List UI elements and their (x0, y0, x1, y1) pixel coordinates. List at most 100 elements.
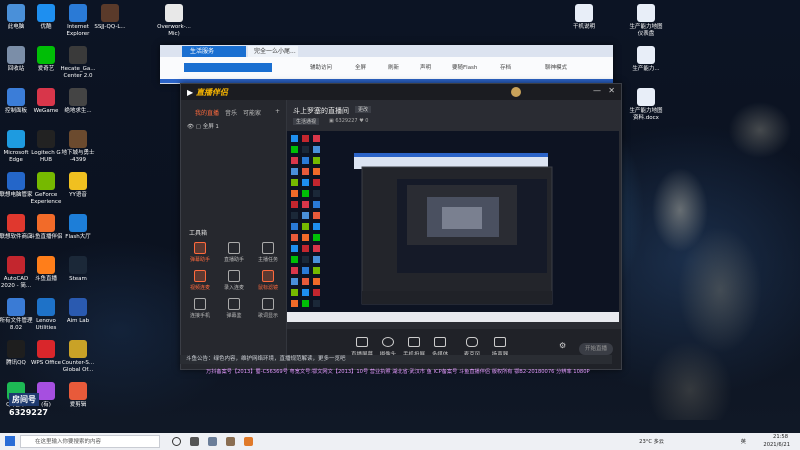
desktop-icon[interactable]: 爱奇艺 (28, 46, 64, 73)
preview-icon (302, 234, 309, 241)
app-icon (37, 4, 55, 22)
preview-icon (302, 146, 309, 153)
preview-icon (302, 135, 309, 142)
add-scene-icon[interactable]: + (275, 108, 280, 115)
clock-time[interactable]: 21:58 (773, 434, 788, 440)
menu-item[interactable]: 辅助访问 (310, 63, 332, 71)
desktop-icon[interactable]: Flash大厅 (60, 214, 96, 241)
app-icon (7, 256, 25, 274)
live-preview[interactable] (287, 131, 619, 322)
desktop-icon[interactable]: Steam (60, 256, 96, 283)
desktop-icon[interactable]: 绝地求生... (60, 88, 96, 115)
preview-icon (291, 179, 298, 186)
app-icon (69, 172, 87, 190)
room-edit-badge[interactable]: 更改 (355, 106, 372, 113)
tool-label: 视频连麦 (189, 285, 210, 291)
app-icon (37, 340, 55, 358)
tab-my-live[interactable]: 我的直播 (195, 108, 219, 117)
browser-tab-second[interactable]: 完全一么小尾... (248, 46, 298, 57)
menu-item[interactable]: 刷新 (388, 63, 399, 71)
desktop-icon[interactable]: 干机说明 (566, 4, 602, 31)
tool-item[interactable]: 直播助手 (223, 242, 245, 263)
tool-item[interactable]: 连接手机 (189, 298, 211, 319)
desktop-icon[interactable]: GeForce Experience (28, 172, 64, 205)
desktop-icon[interactable]: Overwork-... Mic) (156, 4, 192, 37)
desktop-icon[interactable]: SSJJ-QQ-L... (92, 4, 128, 31)
desktop-icon[interactable]: 生产能力地图资料.docx (628, 88, 664, 121)
minimize-icon[interactable]: — (593, 86, 601, 95)
address-bar[interactable] (184, 63, 272, 72)
preview-icon (302, 256, 309, 263)
preview-icon (313, 135, 320, 142)
desktop-icon[interactable]: 地下城与勇士 -4399 (60, 130, 96, 163)
tool-icon (262, 270, 274, 282)
desktop-icon[interactable]: YY语音 (60, 172, 96, 199)
preview-icon (291, 223, 298, 230)
menu-item[interactable]: 要随Flash (452, 63, 477, 71)
tool-label: 鼠标滤镜 (257, 285, 278, 291)
tool-item[interactable]: 弹幕助手 (189, 242, 211, 263)
taskbar-app-icon[interactable] (244, 437, 253, 446)
preview-icon (302, 300, 309, 307)
preview-icon (313, 234, 320, 241)
menu-item[interactable]: 聊神模式 (545, 63, 567, 71)
desktop-icon-label: 斗鱼直播伴侣 (29, 234, 63, 240)
scene-item[interactable]: 👁 ▢ 全屏 1 (187, 122, 219, 130)
desktop-icon[interactable]: Aim Lab (60, 298, 96, 325)
start-button[interactable] (5, 436, 15, 446)
desktop-icon[interactable]: 优酷 (28, 4, 64, 31)
app-icon (69, 46, 87, 64)
desktop-icon[interactable]: 生产能力... (628, 46, 664, 73)
settings-gear-icon[interactable]: ⚙ (559, 341, 566, 350)
app-sidebar: 我的直播 音乐 可能家 + 👁 ▢ 全屏 1 工具箱 弹幕助手 直播助手 主播任务视… (181, 100, 287, 369)
clock-date[interactable]: 2021/6/21 (763, 442, 790, 448)
taskbar-search[interactable]: 在这里输入你要搜索的内容 (20, 435, 160, 448)
room-tag[interactable]: 生活通视 (293, 118, 320, 125)
preview-icon (291, 289, 298, 296)
tab-music[interactable]: 音乐 (225, 108, 237, 117)
close-icon[interactable]: ✕ (608, 86, 615, 95)
menu-item[interactable]: 声明 (420, 63, 431, 71)
tool-item[interactable]: 歌词显示 (257, 298, 279, 319)
taskbar-app-icon[interactable] (208, 437, 217, 446)
tool-item[interactable]: 弹幕鉴 (223, 298, 245, 319)
task-view-icon[interactable] (190, 437, 199, 446)
menu-item[interactable]: 全屏 (355, 63, 366, 71)
desktop-icon[interactable]: Counter-S... Global Of... (60, 340, 96, 373)
tool-icon (228, 242, 240, 254)
desktop-icon[interactable]: Hecate_Ga... Center 2.0 (60, 46, 96, 79)
ime-indicator[interactable]: 英 (741, 438, 746, 445)
weather[interactable]: 23°C 多云 (639, 438, 664, 445)
desktop-icon[interactable]: Internet Explorer (60, 4, 96, 37)
desktop-icon-label: WPS Office (30, 360, 62, 366)
tool-item[interactable]: 录入连麦 (223, 270, 245, 291)
preview-icon (313, 245, 320, 252)
tool-item[interactable]: 主播任务 (257, 242, 279, 263)
room-number-overlay: 房间号 6329227 (9, 393, 57, 426)
tool-label: 直播助手 (223, 257, 244, 263)
start-live-button[interactable]: 开始直播 (579, 343, 613, 355)
desktop-icon[interactable]: 斗鱼直播 (28, 256, 64, 283)
app-icon (575, 4, 593, 22)
desktop-icon[interactable]: 斗鱼直播伴侣 (28, 214, 64, 241)
desktop-icon[interactable]: WPS Office (28, 340, 64, 367)
tool-item[interactable]: 视频连麦 (189, 270, 211, 291)
icp-footer: 万抖备案号【2013】蜀-C56369号 粤宽文号:鄂文网文【2013】10号 … (206, 369, 590, 375)
desktop-icon[interactable]: 生产能力地图仪表盘 (628, 4, 664, 37)
desktop-icon[interactable]: Lenovo Utilities (28, 298, 64, 331)
tab-more[interactable]: 可能家 (243, 108, 261, 117)
app-icon (7, 46, 25, 64)
avatar[interactable] (511, 87, 521, 97)
app-icon (7, 298, 25, 316)
cortana-icon[interactable] (172, 437, 181, 446)
desktop-icon[interactable]: Logitech G HUB (28, 130, 64, 163)
menu-item[interactable]: 存档 (500, 63, 511, 71)
desktop-icon[interactable]: 爱剪辑 (60, 382, 96, 409)
preview-icon (313, 256, 320, 263)
browser-tab-active[interactable]: 生活服务 (182, 46, 246, 57)
taskbar-app-icon[interactable] (226, 437, 235, 446)
app-icon (37, 88, 55, 106)
room-number: ▣ 6329227 ♥ 0 (329, 118, 369, 124)
desktop-icon[interactable]: WeGame (28, 88, 64, 115)
tool-item[interactable]: 鼠标滤镜 (257, 270, 279, 291)
